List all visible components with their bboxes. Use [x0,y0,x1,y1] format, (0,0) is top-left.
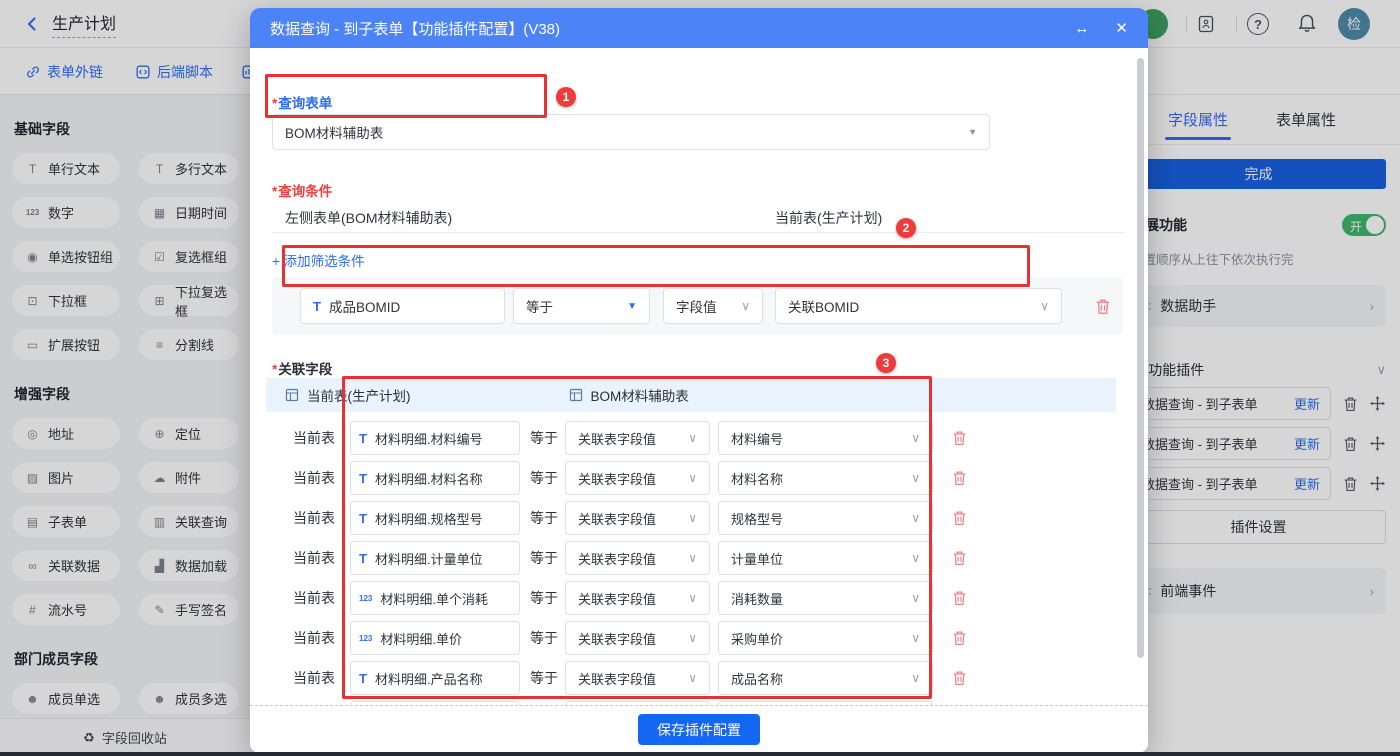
annotation-badge-3: 3 [876,353,896,373]
mapping-target-select[interactable]: 成品名称 [718,661,933,695]
chevron-down-icon [911,511,920,525]
screen: 生产计划 检 表单外链 后端脚本 [0,0,1400,756]
chevron-down-icon [911,671,920,685]
query-form-label: *查询表单 [272,96,333,111]
mapping-target-select[interactable]: 计量单位 [718,541,933,575]
chevron-down-icon [911,631,920,645]
delete-row-icon[interactable] [952,430,967,446]
mapping-rows: 当前表 T材料明细.材料编号 等于 关联表字段值 材料编号 当前表 T材料明细.… [266,418,1132,738]
mapping-target-select[interactable]: 材料编号 [718,421,933,455]
mapping-row: 当前表 T材料明细.计量单位 等于 关联表字段值 计量单位 [266,538,1132,578]
text-field-icon: T [313,298,321,314]
mapping-value-type-select[interactable]: 关联表字段值 [565,661,710,695]
query-form-select[interactable]: BOM材料辅助表 [272,114,990,150]
mapping-row: 当前表 T材料明细.产品名称 等于 关联表字段值 成品名称 [266,658,1132,698]
divider [272,232,1125,233]
chevron-down-icon [688,511,697,525]
mapping-target-select[interactable]: 材料名称 [718,461,933,495]
mapping-field-input[interactable]: T 材料明细.材料编号 [350,421,520,455]
mapping-row: 当前表 T材料明细.材料名称 等于 关联表字段值 材料名称 [266,458,1132,498]
caret-down-icon [627,301,637,312]
form-table-icon [285,388,299,402]
mapping-value-type-select[interactable]: 关联表字段值 [565,421,710,455]
mapping-field-input[interactable]: T 材料明细.规格型号 [350,501,520,535]
form-table-icon [569,388,583,402]
number-field-icon: 123 [359,593,373,603]
condition-right-header: 当前表(生产计划) [775,210,883,226]
mapping-field-input[interactable]: T 材料明细.材料名称 [350,461,520,495]
annotation-badge-2: 2 [896,218,916,238]
mapping-value-type-select[interactable]: 关联表字段值 [565,621,710,655]
mapping-field-input[interactable]: T 材料明细.产品名称 [350,661,520,695]
condition-operator-select[interactable]: 等于 [513,288,650,324]
add-filter-condition-link[interactable]: + 添加筛选条件 [272,250,365,270]
delete-row-icon[interactable] [952,470,967,486]
save-plugin-config-button[interactable]: 保存插件配置 [638,714,760,745]
mapping-field-input[interactable]: T 材料明细.计量单位 [350,541,520,575]
query-condition-label: *查询条件 [272,184,333,199]
text-field-icon: T [359,510,367,526]
mapping-row: 当前表 123材料明细.单价 等于 关联表字段值 采购单价 [266,618,1132,658]
dialog-header: 数据查询 - 到子表单【功能插件配置】(V38) ↔ ✕ [250,8,1148,48]
chevron-down-icon [688,431,697,445]
delete-row-icon[interactable] [952,590,967,606]
resize-icon[interactable]: ↔ [1074,20,1089,37]
condition-field-input[interactable]: T 成品BOMID [300,288,505,324]
modal-scrollbar[interactable] [1137,58,1144,658]
text-field-icon: T [359,470,367,486]
close-icon[interactable]: ✕ [1115,19,1128,37]
mapping-row: 当前表 123材料明细.单个消耗 等于 关联表字段值 消耗数量 [266,578,1132,618]
condition-left-header: 左侧表单(BOM材料辅助表) [285,210,453,226]
condition-row: T 成品BOMID 等于 字段值 关联BOMID [272,277,1123,335]
delete-row-icon[interactable] [952,630,967,646]
mapping-table-header: 当前表(生产计划) BOM材料辅助表 [266,378,1116,412]
number-field-icon: 123 [359,633,373,643]
mapping-value-type-select[interactable]: 关联表字段值 [565,581,710,615]
window-bottom-edge [0,752,1400,756]
mapping-target-select[interactable]: 采购单价 [718,621,933,655]
mapping-value-type-select[interactable]: 关联表字段值 [565,501,710,535]
chevron-down-icon [741,299,750,313]
chevron-down-icon [688,551,697,565]
mapping-value-type-select[interactable]: 关联表字段值 [565,461,710,495]
chevron-down-icon [911,551,920,565]
chevron-down-icon [688,591,697,605]
chevron-down-icon [911,591,920,605]
dialog-footer: 保存插件配置 [250,705,1148,753]
dialog-body: *查询表单 BOM材料辅助表 *查询条件 左侧表单(BOM材料辅助表) 当前表(… [250,48,1148,735]
mapping-right-table: BOM材料辅助表 [590,389,689,404]
text-field-icon: T [359,430,367,446]
annotation-badge-1: 1 [556,87,576,107]
mapping-target-select[interactable]: 规格型号 [718,501,933,535]
chevron-down-icon [688,671,697,685]
plugin-config-dialog: 数据查询 - 到子表单【功能插件配置】(V38) ↔ ✕ *查询表单 BOM材料… [250,8,1148,753]
condition-value-select[interactable]: 关联BOMID [775,288,1062,324]
delete-row-icon[interactable] [952,550,967,566]
chevron-down-icon [1040,299,1049,313]
chevron-down-icon [911,471,920,485]
condition-value-type-select[interactable]: 字段值 [663,288,763,324]
text-field-icon: T [359,670,367,686]
chevron-down-icon [688,471,697,485]
mapping-target-select[interactable]: 消耗数量 [718,581,933,615]
text-field-icon: T [359,550,367,566]
mapping-row: 当前表 T材料明细.材料编号 等于 关联表字段值 材料编号 [266,418,1132,458]
mapping-left-table: 当前表(生产计划) [307,389,411,404]
delete-condition-icon[interactable] [1095,298,1111,315]
delete-row-icon[interactable] [952,670,967,686]
chevron-down-icon [688,631,697,645]
dialog-title: 数据查询 - 到子表单【功能插件配置】(V38) [270,20,561,38]
mapping-field-input[interactable]: 123 材料明细.单个消耗 [350,581,520,615]
mapping-value-type-select[interactable]: 关联表字段值 [565,541,710,575]
chevron-down-icon [911,431,920,445]
mapping-row: 当前表 T材料明细.规格型号 等于 关联表字段值 规格型号 [266,498,1132,538]
caret-down-icon [968,127,977,137]
mapping-label: *关联字段 [272,362,333,377]
delete-row-icon[interactable] [952,510,967,526]
mapping-field-input[interactable]: 123 材料明细.单价 [350,621,520,655]
